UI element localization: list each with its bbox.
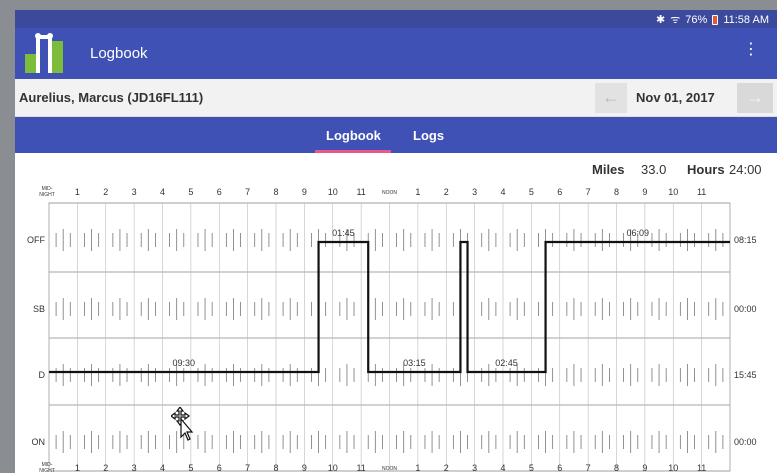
midnight-label: NIGHT xyxy=(39,468,55,473)
hour-label: 6 xyxy=(217,187,222,197)
device-screen: ✱ ᯤ 76% 11:58 AM Logbook ⋮ Aurelius, Mar… xyxy=(15,10,777,473)
hour-label: 5 xyxy=(529,463,534,473)
segment-duration-label: 02:45 xyxy=(495,358,518,368)
more-vert-icon[interactable]: ⋮ xyxy=(743,42,759,58)
segment-duration-label: 01:45 xyxy=(332,228,355,238)
move-cursor-icon xyxy=(171,407,193,441)
miles-value: 33.0 xyxy=(641,162,667,177)
bluetooth-icon: ✱ xyxy=(656,14,666,26)
hour-label: 7 xyxy=(245,463,250,473)
hour-label: 4 xyxy=(500,463,505,473)
status-indicators: ✱ ᯤ 76% 11:58 AM xyxy=(656,12,769,27)
segment-duration-label: 03:15 xyxy=(403,358,426,368)
hour-label: 4 xyxy=(160,463,165,473)
hour-label: 6 xyxy=(557,463,562,473)
status-row-total: 00:00 xyxy=(734,304,757,314)
hour-label: 10 xyxy=(328,187,338,197)
wifi-icon: ᯤ xyxy=(670,14,681,26)
hour-label: 11 xyxy=(697,187,706,197)
noon-label: NOON xyxy=(382,466,397,472)
hour-label: 2 xyxy=(444,463,449,473)
hour-label: 4 xyxy=(500,187,505,197)
hour-label: 8 xyxy=(273,187,278,197)
daily-totals: Miles 33.0 Hours 24:00 xyxy=(15,153,777,183)
status-row-total: 00:00 xyxy=(734,437,757,447)
segment-duration-label: 06:09 xyxy=(627,228,650,238)
log-date[interactable]: Nov 01, 2017 xyxy=(636,90,715,105)
hour-label: 8 xyxy=(273,463,278,473)
hour-label: 7 xyxy=(245,187,250,197)
status-row-label: ON xyxy=(32,437,46,447)
status-row-label: OFF xyxy=(27,235,45,245)
hour-label: 9 xyxy=(302,463,307,473)
midnight-label: NIGHT xyxy=(39,192,55,198)
segment-duration-label: 09:30 xyxy=(173,358,196,368)
noon-label: NOON xyxy=(382,190,397,196)
status-bar: ✱ ᯤ 76% 11:58 AM xyxy=(15,10,777,28)
hour-label: 3 xyxy=(132,463,137,473)
hour-label: 11 xyxy=(697,463,706,473)
hour-label: 3 xyxy=(132,187,137,197)
clock: 11:58 AM xyxy=(723,13,769,26)
hours-value: 24:00 xyxy=(729,162,762,177)
tab-logs[interactable]: Logs xyxy=(413,128,444,143)
hour-label: 9 xyxy=(642,187,647,197)
hour-label: 6 xyxy=(557,187,562,197)
status-row-total: 15:45 xyxy=(734,370,757,380)
tab-logbook[interactable]: Logbook xyxy=(326,128,381,143)
hour-label: 10 xyxy=(328,463,338,473)
hour-label: 1 xyxy=(415,187,420,197)
status-row-label: SB xyxy=(33,304,45,314)
hour-label: 1 xyxy=(75,187,80,197)
hour-label: 7 xyxy=(586,187,591,197)
hour-label: 8 xyxy=(614,463,619,473)
hour-label: 6 xyxy=(217,463,222,473)
battery-icon xyxy=(712,14,719,25)
duty-status-graph[interactable]: MID-NIGHT 1 2 3 4 5 6 7 8 9 10 11 NOON 1 2 3 4 5 6 7 8 9 10 11M… xyxy=(15,183,777,473)
hour-label: 5 xyxy=(529,187,534,197)
hour-label: 1 xyxy=(75,463,80,473)
app-bar: Logbook ⋮ xyxy=(15,28,777,79)
hour-label: 5 xyxy=(188,463,193,473)
hour-label: 10 xyxy=(668,463,678,473)
miles-label: Miles xyxy=(592,162,625,177)
hour-label: 5 xyxy=(188,187,193,197)
hour-label: 1 xyxy=(415,463,420,473)
status-row-label: D xyxy=(39,370,46,380)
hour-label: 3 xyxy=(472,463,477,473)
arrow-left-icon[interactable]: ← xyxy=(595,83,627,113)
hour-label: 3 xyxy=(472,187,477,197)
hour-label: 7 xyxy=(586,463,591,473)
hour-label: 10 xyxy=(668,187,678,197)
hour-label: 11 xyxy=(356,187,365,197)
hour-label: 9 xyxy=(642,463,647,473)
hour-label: 8 xyxy=(614,187,619,197)
hour-label: 4 xyxy=(160,187,165,197)
hour-label: 11 xyxy=(356,463,365,473)
driver-bar: Aurelius, Marcus (JD16FL111) ← Nov 01, 2… xyxy=(15,79,777,117)
app-title: Logbook xyxy=(90,45,148,62)
hour-label: 2 xyxy=(103,463,108,473)
tab-bar: Logbook Logs xyxy=(15,117,777,153)
hour-label: 2 xyxy=(444,187,449,197)
app-logo xyxy=(23,32,65,75)
battery-percent: 76% xyxy=(685,13,708,26)
hour-label: 2 xyxy=(103,187,108,197)
driver-name: Aurelius, Marcus (JD16FL111) xyxy=(19,90,204,105)
arrow-right-icon[interactable]: → xyxy=(737,83,773,113)
status-row-total: 08:15 xyxy=(734,235,757,245)
hour-label: 9 xyxy=(302,187,307,197)
hours-label: Hours xyxy=(687,162,725,177)
